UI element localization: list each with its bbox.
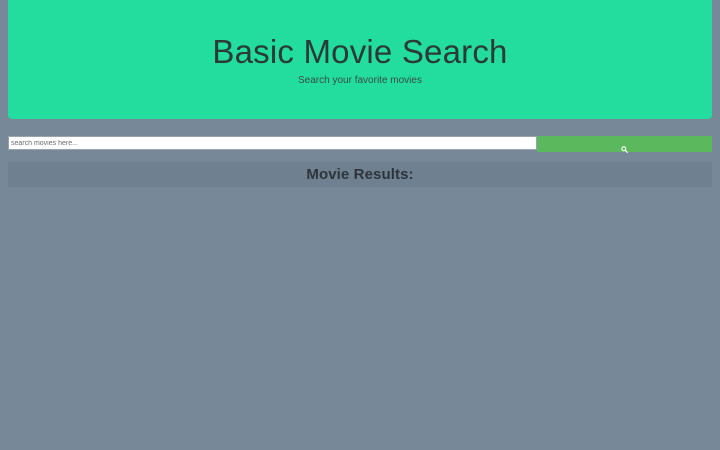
search-form xyxy=(8,136,712,153)
results-header: Movie Results: xyxy=(8,162,712,187)
page-title: Basic Movie Search xyxy=(212,33,508,70)
search-button[interactable] xyxy=(537,136,712,153)
page: Basic Movie Search Search your favorite … xyxy=(0,0,720,450)
page-subtitle: Search your favorite movies xyxy=(298,75,422,86)
results-heading: Movie Results: xyxy=(306,166,414,183)
hero-banner: Basic Movie Search Search your favorite … xyxy=(8,0,712,119)
search-input[interactable] xyxy=(8,136,537,150)
search-icon xyxy=(621,141,628,153)
